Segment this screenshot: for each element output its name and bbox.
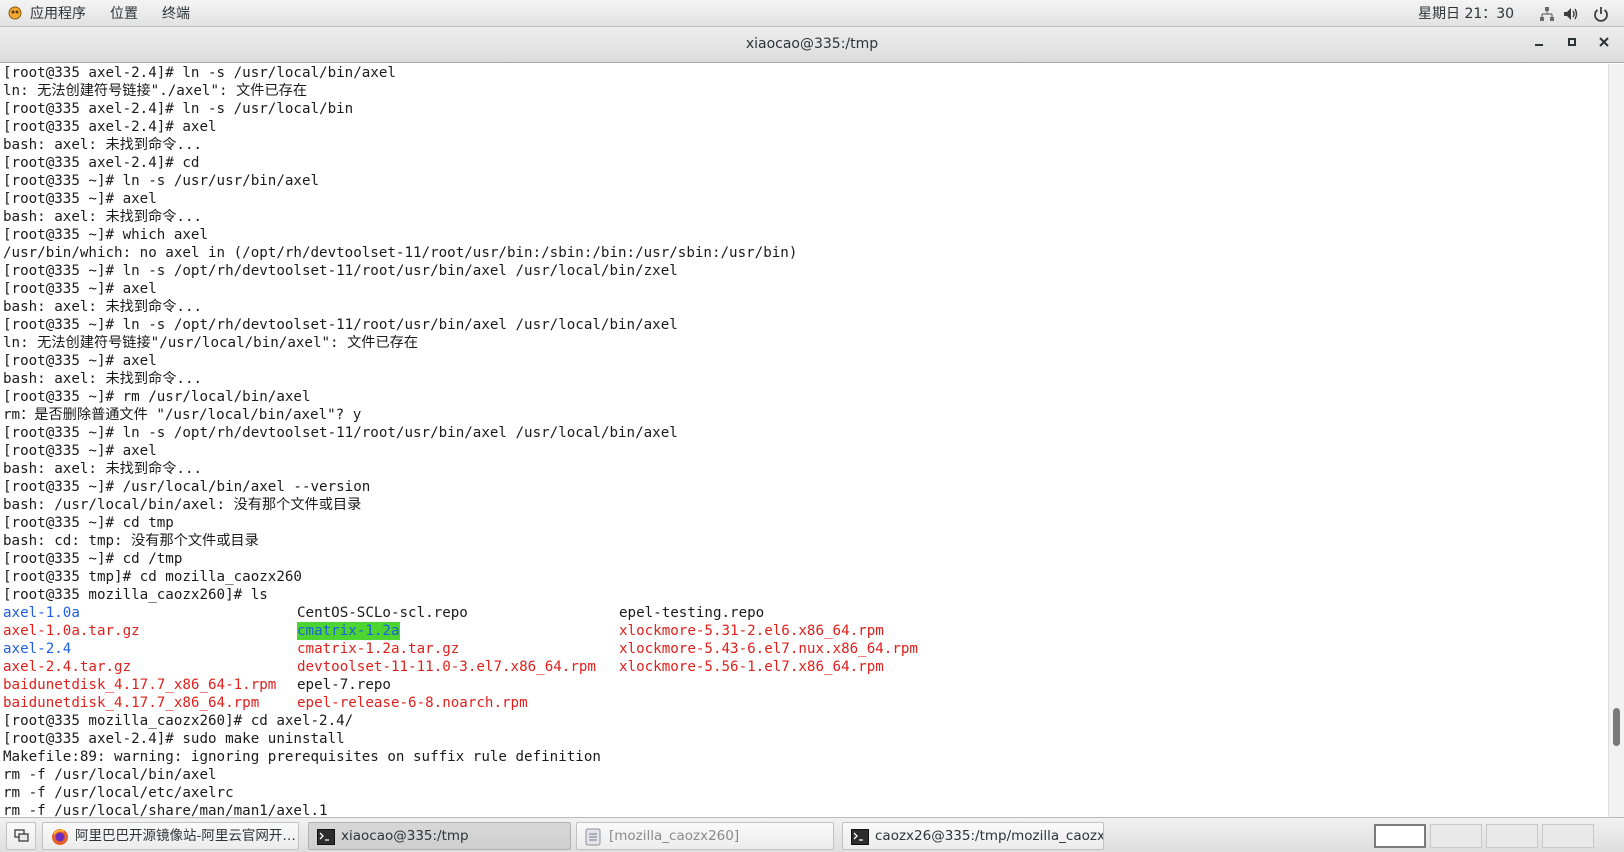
terminal-line: Makefile:89: warning: ignoring prerequis… xyxy=(3,749,601,765)
ls-entry: baidunetdisk_4.17.7_x86_64.rpm xyxy=(3,695,260,711)
terminal-line: [root@335 ~]# ln -s /opt/rh/devtoolset-1… xyxy=(3,425,678,441)
terminal-line: /usr/bin/which: no axel in (/opt/rh/devt… xyxy=(3,245,798,261)
ls-entry: axel-2.4 xyxy=(3,641,72,657)
terminal-line: rm -f /usr/local/etc/axelrc xyxy=(3,785,234,801)
terminal-line: [root@335 mozilla_caozx260]# cd axel-2.4… xyxy=(3,713,354,729)
terminal-line: [root@335 ~]# ln -s /usr/usr/bin/axel xyxy=(3,173,320,189)
power-icon[interactable] xyxy=(1592,5,1610,23)
file-manager-icon xyxy=(585,828,603,846)
scrollbar-thumb[interactable] xyxy=(1613,708,1620,746)
terminal-line: [root@335 axel-2.4]# cd xyxy=(3,155,200,171)
terminal-line: rm -f /usr/local/share/man/man1/axel.1 xyxy=(3,803,328,817)
applications-icon[interactable] xyxy=(8,6,22,20)
terminal-line: [root@335 ~]# axel xyxy=(3,443,157,459)
window-titlebar[interactable]: xiaocao@335:/tmp xyxy=(0,27,1624,63)
terminal-line: [root@335 tmp]# cd mozilla_caozx260 xyxy=(3,569,302,585)
menu-places[interactable]: 位置 xyxy=(110,4,138,24)
menu-terminal[interactable]: 终端 xyxy=(162,4,190,24)
ls-entry: axel-1.0a xyxy=(3,605,80,621)
terminal-line: [root@335 ~]# cd tmp xyxy=(3,515,174,531)
terminal-icon xyxy=(851,828,869,845)
terminal-line: [root@335 mozilla_caozx260]# ls xyxy=(3,587,268,603)
terminal-line: bash: cd: tmp: 没有那个文件或目录 xyxy=(3,533,259,549)
terminal-scrollbar[interactable] xyxy=(1608,64,1624,817)
terminal-line: [root@335 ~]# axel xyxy=(3,281,157,297)
show-desktop-button[interactable] xyxy=(6,822,36,850)
terminal-line: [root@335 ~]# /usr/local/bin/axel --vers… xyxy=(3,479,371,495)
ls-entry: xlockmore-5.31-2.el6.x86_64.rpm xyxy=(619,623,884,639)
menu-applications[interactable]: 应用程序 xyxy=(30,4,86,24)
terminal-line: bash: axel: 未找到命令... xyxy=(3,371,203,387)
workspace-4[interactable] xyxy=(1542,824,1594,848)
workspace-2[interactable] xyxy=(1430,824,1482,848)
terminal-output[interactable]: [root@335 axel-2.4]# ln -s /usr/local/bi… xyxy=(0,64,1608,817)
taskbar-item-terminal-active[interactable]: xiaocao@335:/tmp xyxy=(308,822,571,850)
workspace-1[interactable] xyxy=(1374,824,1426,848)
terminal-line: [root@335 axel-2.4]# axel xyxy=(3,119,217,135)
taskbar-label: 阿里巴巴开源镜像站-阿里云官网开… xyxy=(75,828,296,844)
terminal-line: [root@335 ~]# rm /usr/local/bin/axel xyxy=(3,389,311,405)
taskbar-label: [mozilla_caozx260] xyxy=(609,828,740,844)
taskbar-label: xiaocao@335:/tmp xyxy=(341,828,469,844)
terminal-line: [root@335 ~]# axel xyxy=(3,191,157,207)
terminal-line: ln: 无法创建符号链接"./axel": 文件已存在 xyxy=(3,83,308,99)
terminal-line: [root@335 ~]# cd /tmp xyxy=(3,551,183,567)
minimize-button[interactable] xyxy=(1529,35,1549,55)
ls-entry: xlockmore-5.56-1.el7.x86_64.rpm xyxy=(619,659,884,675)
terminal-line: bash: axel: 未找到命令... xyxy=(3,209,203,225)
window-title: xiaocao@335:/tmp xyxy=(745,36,879,52)
terminal-line: bash: axel: 未找到命令... xyxy=(3,461,203,477)
ls-entry: epel-testing.repo xyxy=(619,605,765,621)
volume-icon[interactable] xyxy=(1562,5,1580,23)
clock[interactable]: 星期日 21：30 xyxy=(1418,4,1514,24)
taskbar-item-terminal-2[interactable]: caozx26@335:/tmp/mozilla_caozx… xyxy=(842,822,1104,850)
terminal-line: [root@335 ~]# which axel xyxy=(3,227,208,243)
taskbar-label: caozx26@335:/tmp/mozilla_caozx… xyxy=(875,828,1104,844)
ls-entry: epel-release-6-8.noarch.rpm xyxy=(297,695,528,711)
workspace-3[interactable] xyxy=(1486,824,1538,848)
terminal-line: [root@335 ~]# axel xyxy=(3,353,157,369)
ls-entry: devtoolset-11-11.0-3.el7.x86_64.rpm xyxy=(297,659,596,675)
taskbar-item-file-manager[interactable]: [mozilla_caozx260] xyxy=(576,822,834,850)
close-button[interactable] xyxy=(1594,35,1614,55)
ls-entry: xlockmore-5.43-6.el7.nux.x86_64.rpm xyxy=(619,641,918,657)
terminal-line: bash: axel: 未找到命令... xyxy=(3,137,203,153)
ls-entry: cmatrix-1.2a.tar.gz xyxy=(297,641,460,657)
ls-entry: axel-1.0a.tar.gz xyxy=(3,623,140,639)
ls-entry: cmatrix-1.2a xyxy=(297,622,400,640)
terminal-line: [root@335 axel-2.4]# ln -s /usr/local/bi… xyxy=(3,65,396,81)
ls-entry: CentOS-SCLo-scl.repo xyxy=(297,605,468,621)
terminal-line: rm：是否删除普通文件 "/usr/local/bin/axel"? y xyxy=(3,407,362,423)
taskbar-item-browser[interactable]: 阿里巴巴开源镜像站-阿里云官网开… xyxy=(42,822,299,850)
maximize-button[interactable] xyxy=(1562,35,1582,55)
terminal-line: bash: axel: 未找到命令... xyxy=(3,299,203,315)
ls-entry: baidunetdisk_4.17.7_x86_64-1.rpm xyxy=(3,677,277,693)
terminal-icon xyxy=(317,828,335,845)
terminal-line: [root@335 axel-2.4]# ln -s /usr/local/bi… xyxy=(3,101,354,117)
ls-entry: axel-2.4.tar.gz xyxy=(3,659,132,675)
ls-entry: epel-7.repo xyxy=(297,677,391,693)
bottom-taskbar: 阿里巴巴开源镜像站-阿里云官网开… xiaocao@335:/tmp [mozi… xyxy=(0,817,1624,852)
terminal-line: bash: /usr/local/bin/axel: 没有那个文件或目录 xyxy=(3,497,362,513)
terminal-line: [root@335 ~]# ln -s /opt/rh/devtoolset-1… xyxy=(3,317,678,333)
network-icon[interactable] xyxy=(1538,5,1556,23)
terminal-line: [root@335 axel-2.4]# sudo make uninstall xyxy=(3,731,345,747)
terminal-line: ln: 无法创建符号链接"/usr/local/bin/axel": 文件已存在 xyxy=(3,335,419,351)
top-panel: 应用程序 位置 终端 星期日 21：30 xyxy=(0,0,1624,27)
terminal-line: [root@335 ~]# ln -s /opt/rh/devtoolset-1… xyxy=(3,263,678,279)
firefox-icon xyxy=(51,828,69,845)
terminal-line: rm -f /usr/local/bin/axel xyxy=(3,767,217,783)
